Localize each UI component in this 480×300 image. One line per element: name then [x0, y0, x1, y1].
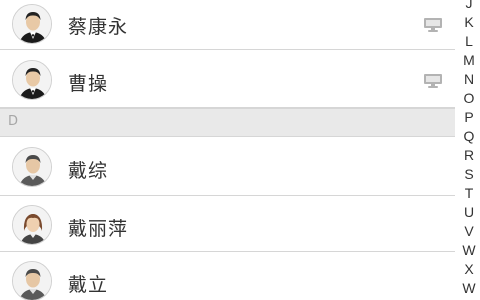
index-letter-n[interactable]: N [458, 70, 480, 89]
male-suit-avatar [12, 4, 52, 44]
section-header-label: D [8, 114, 19, 129]
male-suit-avatar [12, 60, 52, 100]
index-letter-v[interactable]: V [458, 222, 480, 241]
section-header-d: D [0, 108, 455, 137]
alphabet-index-bar[interactable]: J K L M N O P Q R S T U V W X W [458, 0, 480, 300]
index-letter-w-2[interactable]: W [458, 279, 480, 298]
index-letter-r[interactable]: R [458, 146, 480, 165]
index-letter-t[interactable]: T [458, 184, 480, 203]
contact-row[interactable]: 戴立 [0, 253, 455, 300]
female-avatar [12, 205, 52, 245]
index-letter-q[interactable]: Q [458, 127, 480, 146]
index-letter-j[interactable]: J [458, 0, 480, 13]
male-casual-avatar [12, 147, 52, 187]
contact-name: 曹操 [68, 73, 109, 95]
contact-name: 戴丽萍 [68, 218, 129, 240]
index-letter-s[interactable]: S [458, 165, 480, 184]
contact-name: 戴综 [68, 160, 109, 182]
contact-name: 蔡康永 [68, 16, 129, 38]
contact-list: 蔡康永 曹操 D 戴综 戴丽萍 戴立 [0, 0, 455, 300]
index-letter-u[interactable]: U [458, 203, 480, 222]
contact-row[interactable]: 蔡康永 [0, 0, 455, 50]
index-letter-x[interactable]: X [458, 260, 480, 279]
index-letter-l[interactable]: L [458, 32, 480, 51]
index-letter-o[interactable]: O [458, 89, 480, 108]
index-letter-w[interactable]: W [458, 241, 480, 260]
contact-row[interactable]: 戴综 [0, 138, 455, 196]
desktop-icon [423, 73, 443, 89]
index-letter-k[interactable]: K [458, 13, 480, 32]
index-letter-m[interactable]: M [458, 51, 480, 70]
contact-row[interactable]: 曹操 [0, 51, 455, 108]
male-casual-avatar [12, 261, 52, 300]
contact-row[interactable]: 戴丽萍 [0, 197, 455, 252]
contact-name: 戴立 [68, 274, 109, 296]
desktop-icon [423, 17, 443, 33]
index-letter-p[interactable]: P [458, 108, 480, 127]
